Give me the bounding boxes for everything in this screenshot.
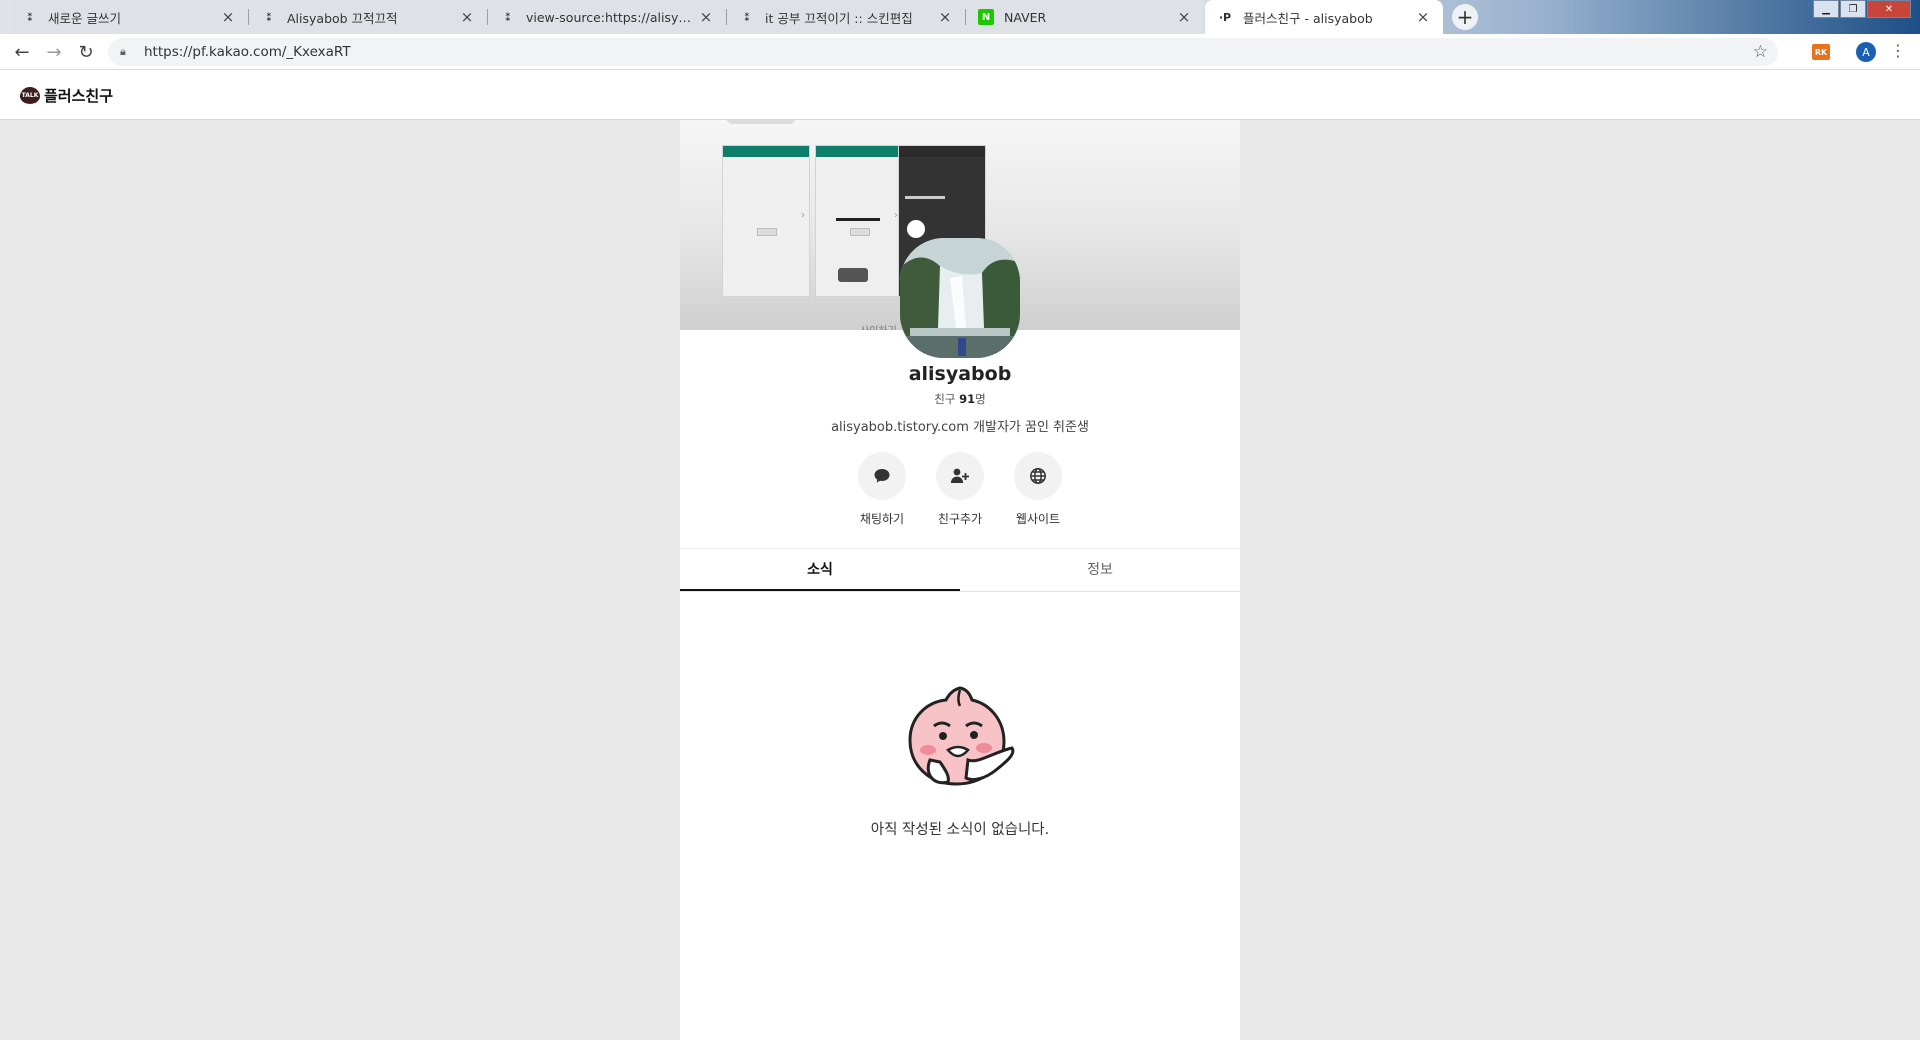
empty-news-message: 아직 작성된 소식이 없습니다.: [870, 822, 1050, 838]
talk-bubble-icon: TALK: [20, 87, 40, 104]
profile-actions: 채팅하기 친구추가 웹사이트: [680, 452, 1240, 527]
back-arrow-icon[interactable]: ←: [10, 40, 34, 64]
tab-title: NAVER: [1004, 9, 1047, 25]
naver-icon: N: [978, 9, 994, 25]
minimize-button[interactable]: ▁: [1813, 0, 1839, 18]
chat-button-label: 채팅하기: [859, 512, 905, 526]
close-icon[interactable]: ×: [220, 8, 236, 26]
window-controls: ▁ ❐ ✕: [1812, 0, 1911, 18]
globe-icon[interactable]: [1014, 452, 1062, 500]
tistory-icon: ⁑: [266, 10, 272, 24]
website-button[interactable]: 웹사이트: [999, 452, 1077, 527]
browser-tab[interactable]: ⁑ view-source:https://alisyabob.tis ×: [488, 0, 726, 34]
add-friend-button[interactable]: 친구추가: [921, 452, 999, 527]
tab-title: 새로운 글쓰기: [48, 10, 121, 26]
tab-title: 플러스친구 - alisyabob: [1243, 10, 1373, 26]
add-friend-icon[interactable]: [936, 452, 984, 500]
add-friend-button-label: 친구추가: [937, 512, 983, 526]
plusfriend-logo[interactable]: TALK 플러스친구: [20, 85, 113, 106]
tistory-icon: ⁑: [505, 10, 511, 24]
cover-screenshot: ›: [722, 145, 810, 297]
cover-decoration: [726, 120, 796, 124]
browser-menu-icon[interactable]: ⋮: [1890, 41, 1906, 60]
close-icon[interactable]: ×: [1415, 8, 1431, 26]
tistory-icon: ⁑: [27, 10, 33, 24]
cover-screenshot: ›: [815, 145, 903, 297]
browser-tab-strip: ⁑ 새로운 글쓰기 × ⁑ Alisyabob 끄적끄적 × ⁑ view-so…: [0, 0, 1920, 34]
address-bar[interactable]: 🔒︎ https://pf.kakao.com/_KxexaRT ☆: [108, 38, 1778, 66]
tab-title: view-source:https://alisyabob.tis: [526, 9, 692, 25]
tistory-icon: ⁑: [744, 10, 750, 24]
profile-tabs: 소식 정보: [680, 548, 1240, 592]
browser-tab[interactable]: ⁑ Alisyabob 끄적끄적 ×: [249, 0, 487, 34]
close-icon[interactable]: ×: [1176, 8, 1192, 26]
profile-name: alisyabob: [908, 363, 1012, 385]
reload-icon[interactable]: ↻: [74, 40, 98, 64]
browser-tab[interactable]: ⁑ it 공부 끄적이기 :: 스킨편집 ×: [727, 0, 965, 34]
close-window-button[interactable]: ✕: [1867, 0, 1911, 18]
friend-count-suffix: 명: [975, 392, 986, 406]
friend-count: 친구 91명: [680, 391, 1240, 407]
friend-count-prefix: 친구: [934, 392, 960, 406]
tab-title: it 공부 끄적이기 :: 스킨편집: [765, 10, 913, 26]
kakao-plus-icon: ·P: [1218, 10, 1232, 24]
apeach-character-illustration: [900, 682, 1020, 798]
url-text: https://pf.kakao.com/_KxexaRT: [144, 44, 351, 60]
profile-column: › › 사인하기 ... 수 있어 alisyabob: [680, 120, 1240, 1040]
tab-news[interactable]: 소식: [680, 549, 960, 591]
friend-count-number: 91: [959, 392, 976, 406]
tab-info[interactable]: 정보: [960, 549, 1240, 591]
forward-arrow-icon[interactable]: →: [42, 40, 66, 64]
close-icon[interactable]: ×: [937, 8, 953, 26]
close-icon[interactable]: ×: [698, 8, 714, 26]
website-button-label: 웹사이트: [1015, 512, 1061, 526]
browser-toolbar: ← → ↻ 🔒︎ https://pf.kakao.com/_KxexaRT ☆…: [0, 34, 1920, 70]
lock-icon: 🔒︎: [120, 45, 126, 58]
profile-avatar-button[interactable]: A: [1856, 42, 1876, 62]
waterfall-photo: [900, 238, 1020, 358]
maximize-button[interactable]: ❐: [1840, 0, 1866, 18]
logo-text: 플러스친구: [44, 87, 114, 105]
site-header: TALK 플러스친구: [0, 70, 1920, 120]
extension-icon[interactable]: RK: [1812, 44, 1830, 60]
browser-tab[interactable]: N NAVER ×: [966, 0, 1204, 34]
tab-title: Alisyabob 끄적끄적: [287, 10, 398, 26]
profile-description: alisyabob.tistory.com 개발자가 꿈인 취준생: [831, 420, 1089, 435]
close-icon[interactable]: ×: [459, 8, 475, 26]
bookmark-star-icon[interactable]: ☆: [1753, 42, 1768, 62]
chat-button[interactable]: 채팅하기: [843, 452, 921, 527]
profile-avatar[interactable]: [900, 238, 1020, 358]
browser-tab[interactable]: ⁑ 새로운 글쓰기 ×: [10, 0, 248, 34]
browser-tab-active[interactable]: ·P 플러스친구 - alisyabob ×: [1205, 0, 1443, 34]
chat-bubble-icon[interactable]: [858, 452, 906, 500]
new-tab-button[interactable]: +: [1452, 4, 1478, 30]
